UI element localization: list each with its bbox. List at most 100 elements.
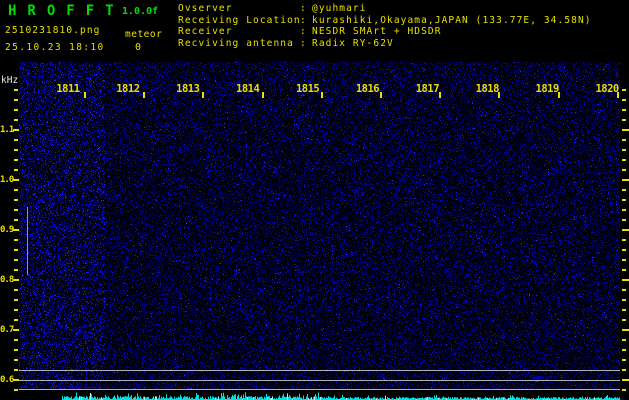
time-tick bbox=[84, 92, 86, 98]
freq-minor-tick bbox=[14, 299, 18, 301]
freq-major-tick bbox=[13, 129, 19, 131]
freq-minor-tick bbox=[14, 309, 18, 311]
freq-minor-tick bbox=[622, 159, 626, 161]
freq-minor-tick bbox=[622, 109, 626, 111]
freq-minor-tick bbox=[622, 369, 626, 371]
info-value: NESDR SMArt + HDSDR bbox=[312, 26, 442, 37]
freq-major-tick bbox=[622, 229, 629, 231]
time-tick bbox=[143, 92, 145, 98]
time-label: 1813 bbox=[173, 83, 203, 95]
spectrogram-canvas bbox=[19, 62, 620, 390]
freq-major-tick bbox=[622, 179, 629, 181]
freq-minor-tick bbox=[622, 99, 626, 101]
freq-minor-tick bbox=[14, 159, 18, 161]
info-colon: : bbox=[300, 38, 312, 50]
time-label: 1811 bbox=[53, 83, 83, 95]
info-row: Ovserver:@yuhmari bbox=[178, 3, 592, 15]
freq-minor-tick bbox=[14, 339, 18, 341]
freq-major-tick bbox=[13, 229, 19, 231]
freq-minor-tick bbox=[622, 269, 626, 271]
freq-major-tick bbox=[13, 279, 19, 281]
freq-minor-tick bbox=[622, 359, 626, 361]
info-label: Receiver bbox=[178, 26, 300, 38]
freq-major-tick bbox=[13, 329, 19, 331]
freq-major-tick bbox=[622, 379, 629, 381]
freq-label: 0.6 bbox=[0, 375, 13, 385]
freq-major-tick bbox=[622, 129, 629, 131]
freq-minor-tick bbox=[14, 359, 18, 361]
freq-major-tick bbox=[622, 329, 629, 331]
freq-minor-tick bbox=[14, 349, 18, 351]
freq-minor-tick bbox=[622, 219, 626, 221]
info-row: Receiving Location:kurashiki,Okayama,JAP… bbox=[178, 15, 592, 27]
freq-minor-tick bbox=[622, 89, 626, 91]
time-label: 1816 bbox=[353, 83, 383, 95]
freq-minor-tick bbox=[622, 209, 626, 211]
freq-label: 0.9 bbox=[0, 225, 13, 235]
freq-minor-tick bbox=[14, 199, 18, 201]
freq-minor-tick bbox=[622, 139, 626, 141]
freq-minor-tick bbox=[622, 199, 626, 201]
info-value: @yuhmari bbox=[312, 3, 367, 14]
freq-major-tick bbox=[13, 179, 19, 181]
freq-major-tick bbox=[13, 379, 19, 381]
output-filename: 2510231810.png bbox=[5, 25, 100, 36]
freq-label: 0.7 bbox=[0, 325, 13, 335]
freq-minor-tick bbox=[622, 169, 626, 171]
info-colon: : bbox=[300, 3, 312, 15]
mode-label: meteor bbox=[125, 29, 162, 40]
freq-minor-tick bbox=[622, 319, 626, 321]
info-value: kurashiki,Okayama,JAPAN (133.77E, 34.58N… bbox=[312, 15, 592, 26]
freq-minor-tick bbox=[14, 169, 18, 171]
freq-minor-tick bbox=[622, 289, 626, 291]
time-tick bbox=[380, 92, 382, 98]
freq-minor-tick bbox=[14, 109, 18, 111]
freq-minor-tick bbox=[14, 369, 18, 371]
time-tick bbox=[498, 92, 500, 98]
time-tick bbox=[617, 92, 619, 98]
freq-minor-tick bbox=[622, 189, 626, 191]
info-row: Recviving antenna:Radix RY-62V bbox=[178, 38, 592, 50]
freq-label: 0.8 bbox=[0, 275, 13, 285]
info-label: Recviving antenna bbox=[178, 38, 300, 50]
time-tick bbox=[202, 92, 204, 98]
freq-minor-tick bbox=[622, 309, 626, 311]
info-label: Receiving Location bbox=[178, 15, 300, 27]
info-colon: : bbox=[300, 15, 312, 27]
y-axis-unit-label: kHz bbox=[1, 75, 18, 86]
freq-minor-tick bbox=[622, 349, 626, 351]
freq-minor-tick bbox=[14, 89, 18, 91]
freq-minor-tick bbox=[14, 319, 18, 321]
freq-minor-tick bbox=[622, 149, 626, 151]
freq-minor-tick bbox=[14, 389, 18, 391]
echo-count: 0 bbox=[135, 42, 141, 53]
freq-minor-tick bbox=[622, 259, 626, 261]
freq-minor-tick bbox=[14, 99, 18, 101]
freq-minor-tick bbox=[14, 269, 18, 271]
freq-minor-tick bbox=[622, 299, 626, 301]
info-label: Ovserver bbox=[178, 3, 300, 15]
freq-minor-tick bbox=[622, 339, 626, 341]
time-label: 1817 bbox=[412, 83, 442, 95]
time-tick bbox=[439, 92, 441, 98]
freq-minor-tick bbox=[14, 259, 18, 261]
info-row: Receiver:NESDR SMArt + HDSDR bbox=[178, 26, 592, 38]
time-label: 1812 bbox=[113, 83, 143, 95]
time-tick bbox=[558, 92, 560, 98]
record-timestamp: 25.10.23 18:10 bbox=[5, 42, 105, 53]
time-label: 1815 bbox=[293, 83, 323, 95]
freq-minor-tick bbox=[622, 249, 626, 251]
freq-minor-tick bbox=[14, 249, 18, 251]
info-value: Radix RY-62V bbox=[312, 38, 394, 49]
signal-level-strip bbox=[19, 390, 620, 400]
app-title: HROFFT bbox=[8, 3, 125, 19]
freq-minor-tick bbox=[14, 239, 18, 241]
freq-minor-tick bbox=[622, 389, 626, 391]
freq-label: 1.0 bbox=[0, 175, 13, 185]
freq-minor-tick bbox=[14, 289, 18, 291]
time-tick bbox=[262, 92, 264, 98]
freq-minor-tick bbox=[14, 119, 18, 121]
app-version: 1.0.0f bbox=[122, 6, 158, 17]
info-colon: : bbox=[300, 26, 312, 38]
time-label: 1814 bbox=[233, 83, 263, 95]
